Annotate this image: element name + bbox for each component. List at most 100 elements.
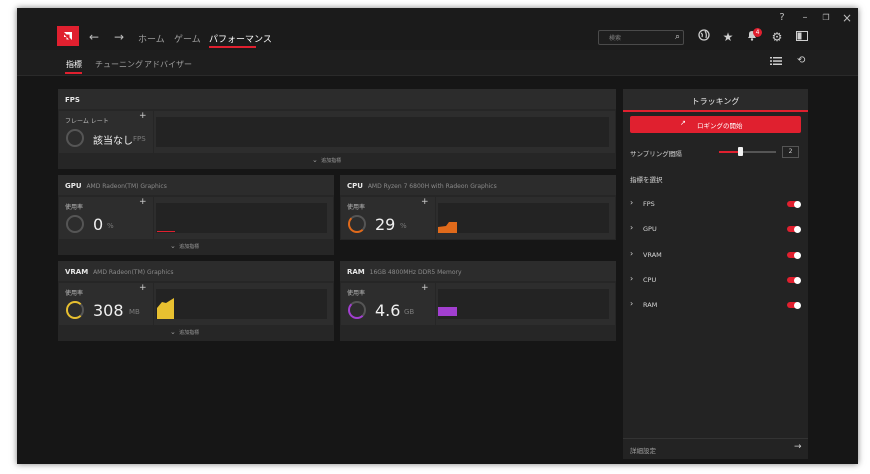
gpu-add-metric[interactable]: ⌄ 追加指標	[170, 242, 199, 250]
metric-toggle-row-gpu[interactable]: › GPU	[623, 217, 808, 241]
sampling-interval-label: サンプリング間隔	[630, 150, 682, 158]
reset-icon[interactable]: ⟲	[797, 55, 805, 66]
metric-toggle-row-fps[interactable]: › FPS	[623, 192, 808, 216]
metric-toggle-switch[interactable]	[787, 251, 801, 259]
cpu-title: CPU AMD Ryzen 7 6800H with Radeon Graphi…	[347, 182, 497, 190]
star-icon[interactable]: ★	[720, 29, 736, 45]
nav-game[interactable]: ゲーム	[174, 32, 201, 45]
ram-value: 4.6	[375, 301, 401, 320]
cpu-card-label: 使用率	[347, 204, 366, 211]
adrenalin-window: ? – ❐ × ← → ホーム ゲーム パフォーマンス 検索 ⌕ ★ 4 ⚙ 指…	[17, 8, 858, 464]
vram-graph-area	[157, 298, 174, 319]
panel-layout-icon[interactable]	[794, 29, 810, 45]
vram-value: 308	[93, 301, 124, 320]
add-card-icon[interactable]: +	[139, 197, 147, 207]
gpu-title: GPU AMD Radeon(TM) Graphics	[65, 182, 167, 190]
divider	[623, 438, 808, 439]
metric-toggle-switch[interactable]	[787, 200, 801, 208]
title-bar	[17, 8, 858, 28]
fps-graph	[156, 117, 609, 147]
cpu-graph-area	[438, 222, 457, 233]
fps-value: 該当なし	[93, 136, 133, 147]
search-icon[interactable]: ⌕	[675, 32, 680, 42]
fps-title: FPS	[65, 96, 80, 104]
tab-active-underline	[65, 72, 82, 74]
gpu-graph-line	[157, 231, 175, 232]
fps-gauge	[66, 129, 84, 147]
vram-unit: MB	[129, 308, 140, 316]
gpu-gauge	[66, 215, 84, 233]
amd-logo[interactable]	[57, 26, 79, 46]
toggle-knob	[794, 225, 801, 233]
chevron-right-icon: ›	[630, 274, 634, 283]
tab-metrics[interactable]: 指標	[66, 59, 82, 70]
add-card-icon[interactable]: +	[139, 111, 147, 121]
tab-tuning[interactable]: チューニング	[95, 59, 143, 70]
chevron-right-icon: ›	[630, 223, 634, 232]
chevron-down-icon: ⌄	[312, 156, 318, 164]
toggle-knob	[794, 251, 801, 259]
gpu-subtitle: AMD Radeon(TM) Graphics	[86, 183, 167, 190]
close-button[interactable]: ×	[840, 11, 854, 25]
cpu-gauge	[348, 215, 366, 233]
metric-toggle-row-vram[interactable]: › VRAM	[623, 243, 808, 267]
advanced-settings-link[interactable]: 詳細設定 →	[623, 440, 808, 458]
search-placeholder: 検索	[609, 35, 622, 42]
add-card-icon[interactable]: +	[421, 283, 429, 293]
metric-toggle-switch[interactable]	[787, 276, 801, 284]
metric-toggle-switch[interactable]	[787, 225, 801, 233]
minimize-button[interactable]: –	[798, 11, 812, 25]
vram-title-text: VRAM	[65, 268, 89, 276]
arrow-right-icon: →	[794, 442, 802, 452]
ram-graph-area	[438, 307, 457, 316]
ram-subtitle: 16GB 4800MHz DDR5 Memory	[369, 269, 462, 276]
metric-toggle-label: RAM	[643, 301, 658, 309]
toggle-knob	[794, 301, 801, 309]
help-icon[interactable]: ?	[775, 11, 789, 25]
metric-toggle-row-ram[interactable]: › RAM	[623, 293, 808, 317]
metric-toggle-label: CPU	[643, 276, 657, 284]
search-box[interactable]: 検索 ⌕	[598, 30, 684, 45]
cpu-unit: %	[400, 222, 407, 230]
ram-title-text: RAM	[347, 268, 365, 276]
metric-toggle-row-cpu[interactable]: › CPU	[623, 268, 808, 292]
list-view-icon[interactable]	[770, 56, 782, 68]
fps-add-metric[interactable]: ⌄ 追加指標	[312, 156, 341, 164]
cpu-value: 29	[375, 215, 396, 234]
chevron-right-icon: ›	[630, 198, 634, 207]
add-card-icon[interactable]: +	[139, 283, 147, 293]
globe-icon[interactable]	[696, 29, 712, 45]
start-logging-button[interactable]: ↗ ロギングの開始	[630, 116, 801, 133]
gear-icon[interactable]: ⚙	[769, 29, 785, 45]
forward-button[interactable]: →	[112, 30, 126, 44]
toggle-knob	[794, 276, 801, 284]
ram-gauge	[348, 301, 366, 319]
sampling-interval-value[interactable]: 2	[782, 146, 799, 158]
sampling-slider-handle[interactable]	[738, 147, 743, 156]
back-button[interactable]: ←	[87, 30, 101, 44]
cpu-graph	[438, 203, 609, 233]
tracking-title: トラッキング	[691, 97, 740, 106]
vram-card-label: 使用率	[65, 290, 84, 297]
fps-add-metric-label: 追加指標	[321, 158, 342, 164]
gpu-add-metric-label: 追加指標	[179, 244, 200, 250]
notification-badge: 4	[753, 28, 762, 37]
nav-performance[interactable]: パフォーマンス	[209, 32, 272, 45]
tab-advisor[interactable]: アドバイザー	[144, 59, 192, 70]
ram-card-label: 使用率	[347, 290, 366, 297]
fps-card-label: フレーム レート	[65, 118, 109, 125]
ram-graph	[438, 289, 609, 319]
chevron-down-icon: ⌄	[170, 242, 176, 250]
gpu-card-label: 使用率	[65, 204, 84, 211]
vram-add-metric[interactable]: ⌄ 追加指標	[170, 328, 199, 336]
vram-subtitle: AMD Radeon(TM) Graphics	[93, 269, 174, 276]
add-card-icon[interactable]: +	[421, 197, 429, 207]
metric-toggle-label: GPU	[643, 225, 657, 233]
trend-icon: ↗	[680, 119, 686, 127]
gpu-graph	[156, 203, 327, 233]
nav-home[interactable]: ホーム	[138, 32, 165, 45]
tracking-underline	[623, 110, 808, 112]
metric-toggle-switch[interactable]	[787, 301, 801, 309]
ram-title: RAM 16GB 4800MHz DDR5 Memory	[347, 268, 462, 276]
maximize-button[interactable]: ❐	[819, 11, 833, 25]
